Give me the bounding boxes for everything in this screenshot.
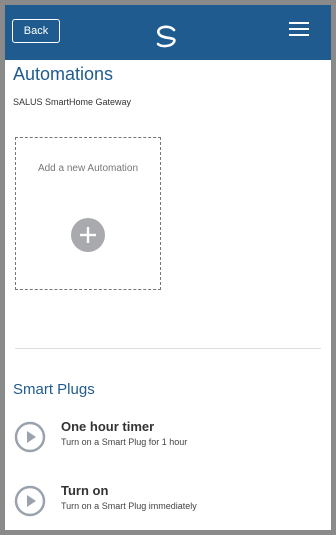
salus-logo-icon	[156, 25, 176, 48]
app-frame: Back Automations SALUS SmartHome Gateway…	[5, 5, 331, 530]
page-title: Automations	[13, 64, 114, 84]
item-title: One hour timer	[61, 419, 155, 434]
plus-icon	[71, 218, 105, 252]
item-description: Turn on a Smart Plug for 1 hour	[61, 437, 188, 447]
add-automation-card[interactable]: Add a new Automation	[15, 137, 161, 290]
play-circle-icon	[14, 421, 46, 453]
hamburger-menu-icon[interactable]	[289, 22, 309, 38]
back-button[interactable]: Back	[12, 19, 60, 43]
gateway-name: SALUS SmartHome Gateway	[13, 97, 132, 107]
add-automation-label: Add a new Automation	[37, 163, 139, 174]
list-item-one-hour-timer[interactable]: One hour timer Turn on a Smart Plug for …	[5, 419, 331, 463]
top-navigation-bar: Back	[5, 5, 331, 60]
item-description: Turn on a Smart Plug immediately	[61, 501, 197, 511]
section-divider	[15, 348, 321, 349]
smart-plugs-heading: Smart Plugs	[13, 381, 95, 398]
play-circle-icon	[14, 485, 46, 517]
item-title: Turn on	[61, 483, 109, 498]
list-item-turn-on[interactable]: Turn on Turn on a Smart Plug immediately	[5, 483, 331, 527]
